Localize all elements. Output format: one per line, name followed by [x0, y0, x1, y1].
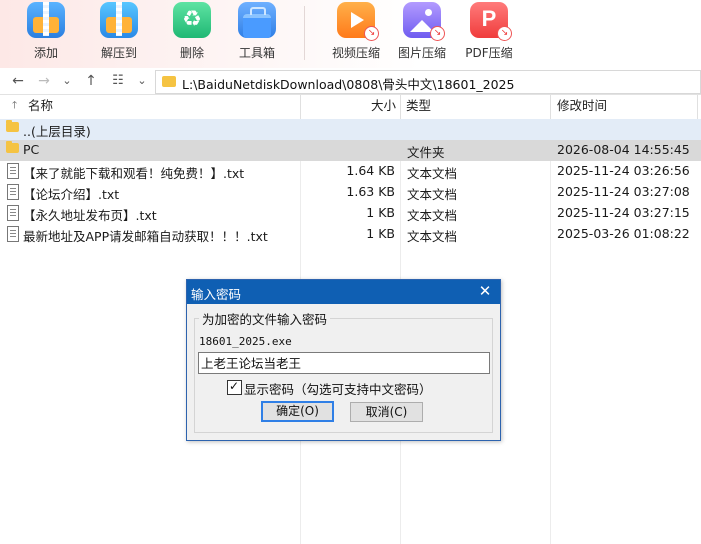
column-type[interactable]: 类型 — [406, 95, 431, 119]
folder-icon — [6, 141, 19, 153]
file-size: 1.64 KB — [346, 163, 395, 178]
column-divider[interactable] — [400, 95, 401, 119]
list-item[interactable]: 最新地址及APP请发邮箱自动获取！！！.txt 1 KB 文本文档 2025-0… — [0, 224, 701, 245]
file-size: 1 KB — [366, 205, 395, 220]
file-name: ..(上层目录) — [23, 124, 91, 139]
file-modified: 2025-11-24 03:26:56 — [557, 163, 690, 178]
column-size[interactable]: 大小 — [371, 95, 396, 119]
list-item[interactable]: 【论坛介绍】.txt 1.63 KB 文本文档 2025-11-24 03:27… — [0, 182, 701, 203]
password-input[interactable] — [201, 353, 481, 371]
address-bar: ← → ⌄ ↑ ☷ ⌄ L:\BaiduNetdiskDownload\0808… — [0, 68, 701, 95]
video-compress-button[interactable]: ↘ 视频压缩 — [326, 0, 386, 68]
password-field-box — [198, 352, 490, 374]
up-arrow-icon[interactable]: ↑ — [81, 71, 101, 91]
folder-icon — [162, 76, 176, 87]
recycle-icon — [173, 2, 211, 38]
list-header: 🡑 名称 大小 类型 修改时间 — [0, 95, 701, 120]
column-name[interactable]: 名称 — [28, 95, 53, 119]
pdf-compress-label: PDF压缩 — [465, 46, 513, 60]
column-divider[interactable] — [697, 95, 698, 119]
text-file-icon — [7, 205, 19, 221]
add-archive-icon — [27, 2, 65, 38]
image-compress-icon: ↘ — [403, 2, 445, 41]
extract-button[interactable]: 解压到 — [89, 0, 149, 68]
text-file-icon — [7, 226, 19, 242]
pdf-compress-icon: ↘ — [470, 2, 512, 41]
forward-arrow-icon[interactable]: → — [34, 71, 54, 91]
view-mode-icon[interactable]: ☷ — [108, 71, 128, 91]
file-modified: 2025-11-24 03:27:08 — [557, 184, 690, 199]
toolbox-icon — [238, 2, 276, 38]
column-modified[interactable]: 修改时间 — [557, 95, 607, 119]
password-dialog: 输入密码 ✕ 为加密的文件输入密码 18601_2025.exe 显示密码（勾选… — [186, 279, 501, 441]
history-dropdown-icon[interactable]: ⌄ — [57, 71, 77, 91]
file-name: PC — [23, 142, 40, 157]
add-label: 添加 — [33, 46, 58, 60]
add-button[interactable]: 添加 — [16, 0, 76, 68]
delete-button[interactable]: 删除 — [162, 0, 222, 68]
file-type: 文本文档 — [407, 229, 458, 244]
extract-label: 解压到 — [100, 46, 137, 60]
extract-icon — [100, 2, 138, 38]
dialog-titlebar[interactable]: 输入密码 ✕ — [187, 280, 500, 304]
list-item-parent[interactable]: ..(上层目录) — [0, 119, 701, 140]
file-modified: 2025-11-24 03:27:15 — [557, 205, 690, 220]
close-icon[interactable]: ✕ — [476, 282, 494, 300]
archive-filename: 18601_2025.exe — [199, 335, 292, 348]
toolbox-button[interactable]: 工具箱 — [227, 0, 287, 68]
back-arrow-icon[interactable]: ← — [8, 71, 28, 91]
file-type: 文本文档 — [407, 208, 458, 223]
folder-icon — [6, 120, 19, 132]
file-type: 文本文档 — [407, 187, 458, 202]
dialog-title: 输入密码 — [191, 287, 242, 302]
file-size: 1.63 KB — [346, 184, 395, 199]
file-name: 【来了就能下载和观看！纯免费！】.txt — [23, 166, 245, 181]
cancel-button[interactable]: 取消(C) — [350, 402, 423, 422]
pdf-compress-button[interactable]: ↘ PDF压缩 — [459, 0, 519, 68]
view-dropdown-icon[interactable]: ⌄ — [132, 71, 152, 91]
list-item[interactable]: 【永久地址发布页】.txt 1 KB 文本文档 2025-11-24 03:27… — [0, 203, 701, 224]
ok-button[interactable]: 确定(O) — [261, 401, 334, 422]
text-file-icon — [7, 163, 19, 179]
list-item[interactable]: PC 文件夹 2026-08-04 14:55:45 — [0, 140, 701, 161]
file-size: 1 KB — [366, 226, 395, 241]
show-password-label[interactable]: 显示密码（勾选可支持中文密码） — [244, 379, 432, 398]
toolbar: 添加 解压到 删除 工具箱 ↘ 视频压缩 ↘ 图片压缩 ↘ PDF压缩 — [0, 0, 701, 68]
path-field[interactable]: L:\BaiduNetdiskDownload\0808\骨头中文\18601_… — [155, 70, 701, 94]
show-password-checkbox[interactable] — [227, 379, 242, 395]
video-compress-icon: ↘ — [337, 2, 379, 41]
toolbox-label: 工具箱 — [238, 46, 275, 60]
path-text: L:\BaiduNetdiskDownload\0808\骨头中文\18601_… — [182, 77, 515, 92]
file-type: 文件夹 — [407, 145, 445, 160]
group-label: 为加密的文件输入密码 — [199, 309, 331, 328]
text-file-icon — [7, 184, 19, 200]
toolbar-divider — [304, 6, 305, 60]
file-name: 【永久地址发布页】.txt — [23, 208, 157, 223]
file-name: 最新地址及APP请发邮箱自动获取！！！.txt — [23, 229, 268, 244]
file-modified: 2026-08-04 14:55:45 — [557, 142, 690, 157]
column-divider[interactable] — [550, 95, 551, 119]
file-name: 【论坛介绍】.txt — [23, 187, 120, 202]
column-divider[interactable] — [300, 95, 301, 119]
list-item[interactable]: 【来了就能下载和观看！纯免费！】.txt 1.64 KB 文本文档 2025-1… — [0, 161, 701, 182]
image-compress-button[interactable]: ↘ 图片压缩 — [392, 0, 452, 68]
file-type: 文本文档 — [407, 166, 458, 181]
file-modified: 2025-03-26 01:08:22 — [557, 226, 690, 241]
sort-up-icon: 🡑 — [12, 100, 18, 111]
